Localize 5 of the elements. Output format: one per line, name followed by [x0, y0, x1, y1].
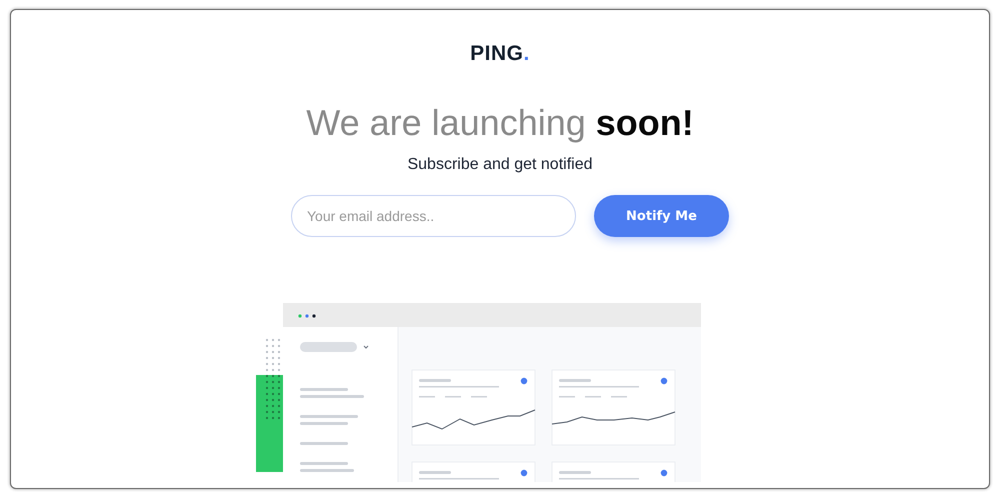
notify-button[interactable]: Notify Me	[594, 195, 729, 237]
email-field[interactable]: Your email address..	[291, 195, 576, 237]
logo: PING.	[470, 41, 530, 67]
subtitle: Subscribe and get notified	[407, 155, 592, 175]
headline: We are launching soon!	[306, 101, 694, 145]
